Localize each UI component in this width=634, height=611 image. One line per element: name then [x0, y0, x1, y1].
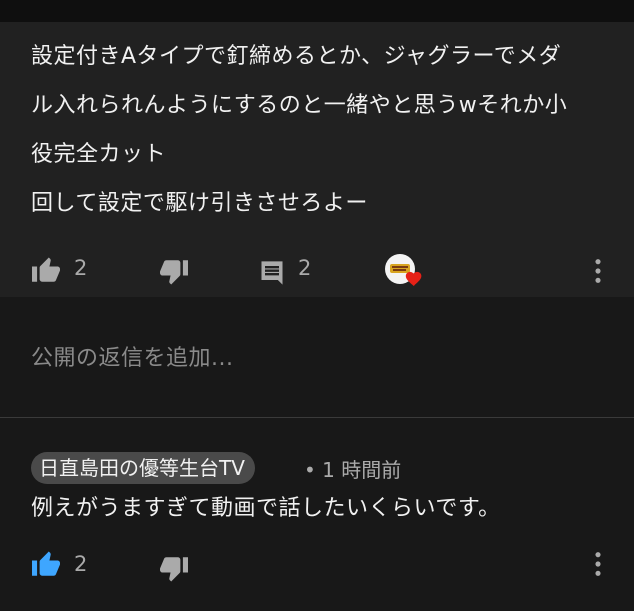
parent-comment: 設定付きAタイプで釘締めるとか、ジャグラーでメダ ル入れられんようにするのと一緒… [0, 22, 634, 297]
reply-comment: 日直島田の優等生台TV • 1 時間前 例えがうますぎて動画で話したいくらいです… [0, 418, 634, 611]
dislike-icon[interactable] [158, 556, 190, 588]
author-name[interactable]: 日直島田の優等生台TV [31, 452, 255, 484]
more-options-icon[interactable] [592, 550, 604, 582]
reply-count: 2 [298, 256, 312, 280]
reply-input-row[interactable]: 公開の返信を追加... [0, 297, 634, 418]
like-icon[interactable] [30, 549, 62, 581]
top-edge [0, 0, 634, 22]
more-options-icon[interactable] [592, 257, 604, 289]
reply-body: 例えがうますぎて動画で話したいくらいです。 [31, 496, 501, 521]
reply-comment-icon[interactable] [258, 259, 286, 291]
comment-actions: 2 2 [0, 247, 634, 287]
like-count: 2 [74, 552, 88, 576]
creator-heart-icon [404, 269, 424, 291]
comment-line: 役完全カット [31, 142, 167, 167]
like-count: 2 [74, 256, 88, 280]
reply-input[interactable]: 公開の返信を追加... [31, 340, 233, 372]
dislike-icon[interactable] [158, 259, 190, 291]
timestamp: • 1 時間前 [304, 458, 402, 482]
comment-line: ル入れられんようにするのと一緒やと思うwそれか小 [31, 93, 568, 118]
comment-line: 回して設定で駆け引きさせろよー [31, 191, 368, 216]
like-icon[interactable] [30, 255, 62, 287]
comment-body: 設定付きAタイプで釘締めるとか、ジャグラーでメダ ル入れられんようにするのと一緒… [31, 32, 611, 228]
comment-line: 設定付きAタイプで釘締めるとか、ジャグラーでメダ [31, 44, 562, 69]
